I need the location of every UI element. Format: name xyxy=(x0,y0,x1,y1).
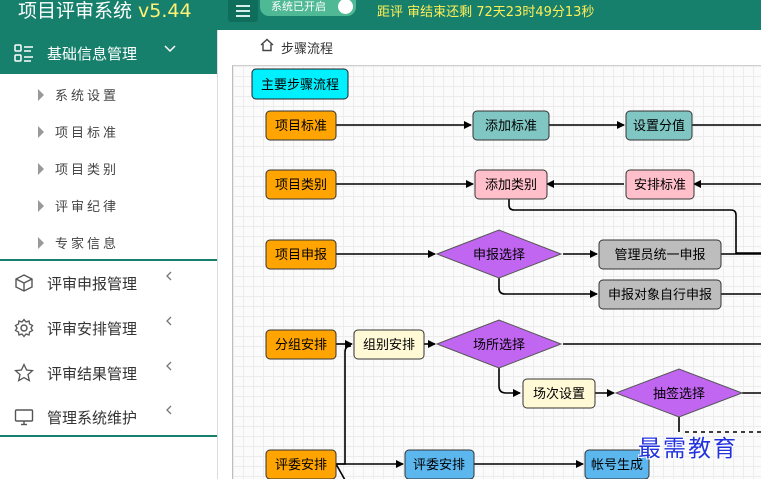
sidebar-section-label: 管理系统维护 xyxy=(47,409,138,427)
node-venue-choice[interactable]: 场所选择 xyxy=(435,319,563,369)
triangle-right-icon xyxy=(38,237,44,249)
chevron-left-icon xyxy=(166,271,172,281)
connector xyxy=(336,345,352,465)
node-add-standard[interactable]: 添加标准 xyxy=(472,110,550,141)
sidebar-item-label: 项目标准 xyxy=(55,126,120,141)
breadcrumb-label: 步骤流程 xyxy=(281,42,334,57)
home-icon xyxy=(260,38,274,52)
node-label: 评委安排 xyxy=(413,458,465,473)
app-title: 项目评审系统 v5.44 xyxy=(18,0,192,22)
sidebar-section-results[interactable]: 评审结果管理 xyxy=(0,350,217,394)
flow-title-label: 主要步骤流程 xyxy=(261,78,339,93)
node-label: 申报对象自行申报 xyxy=(608,288,712,303)
sidebar-item-project-categories[interactable]: 项目类别 xyxy=(0,150,217,187)
node-declaration-choice[interactable]: 申报选择 xyxy=(435,229,563,279)
system-status-label: 系统已开启 xyxy=(271,0,326,13)
node-draw-choice[interactable]: 抽签选择 xyxy=(614,368,744,418)
node-label: 设置分值 xyxy=(633,118,685,134)
sidebar-item-review-discipline[interactable]: 评审纪律 xyxy=(0,187,217,224)
node-label: 项目标准 xyxy=(275,119,327,134)
node-label: 组别安排 xyxy=(363,338,415,353)
node-project-declaration[interactable]: 项目申报 xyxy=(265,239,337,270)
watermark-logo: 最需教育 xyxy=(638,436,738,462)
chevron-left-icon xyxy=(166,316,172,326)
sidebar-item-system-settings[interactable]: 系统设置 xyxy=(0,76,217,113)
box-icon xyxy=(15,274,33,292)
sidebar-item-expert-info[interactable]: 专家信息 xyxy=(0,224,217,261)
node-set-score[interactable]: 设置分值 xyxy=(625,110,693,141)
app-header: 项目评审系统 v5.44 系统已开启 距评 审结束还剩 72天23时49分13秒 xyxy=(0,0,761,30)
sidebar-section-basic-info[interactable]: 基础信息管理 xyxy=(0,30,217,74)
node-judge-arrangement-2[interactable]: 评委安排 xyxy=(404,449,475,479)
node-label: 项目申报 xyxy=(275,248,327,263)
triangle-right-icon xyxy=(38,200,44,212)
sidebar-item-label: 评审纪律 xyxy=(55,200,120,215)
node-label: 场次设置 xyxy=(533,386,585,402)
node-label: 场所选择 xyxy=(473,338,525,353)
star-icon xyxy=(14,363,34,382)
node-label: 抽签选择 xyxy=(653,386,705,402)
list-icon xyxy=(14,44,33,62)
review-countdown: 距评 审结束还剩 72天23时49分13秒 xyxy=(377,5,595,20)
chevron-left-icon xyxy=(166,405,172,415)
sidebar-section-label: 评审结果管理 xyxy=(47,365,138,383)
triangle-right-icon xyxy=(38,89,44,101)
flow-canvas: 主要步骤流程 项目标准 添加标准 设置分值 项目类别 添加类别 安排标准 项目申… xyxy=(232,65,761,479)
node-label: 分组安排 xyxy=(275,338,327,353)
sidebar-item-label: 项目类别 xyxy=(55,163,120,178)
node-group-arrangement[interactable]: 分组安排 xyxy=(265,329,337,360)
node-arrange-standard[interactable]: 安排标准 xyxy=(625,169,695,200)
chevron-left-icon xyxy=(166,361,172,371)
sidebar-item-label: 系统设置 xyxy=(55,89,120,104)
node-judge-arrangement[interactable]: 评委安排 xyxy=(265,449,337,479)
sidebar: 基础信息管理 系统设置 项目标准 项目类别 评审纪律 专家信息 评审申报管理 评… xyxy=(0,30,217,479)
toggle-knob xyxy=(338,0,353,14)
node-self-declaration[interactable]: 申报对象自行申报 xyxy=(598,279,722,310)
chevron-down-icon xyxy=(164,45,176,53)
breadcrumb: 步骤流程 xyxy=(281,38,333,57)
connector xyxy=(498,278,598,298)
connector xyxy=(335,463,346,479)
node-label: 管理员统一申报 xyxy=(614,248,705,263)
node-label: 帐号生成 xyxy=(591,458,643,473)
flowchart: 主要步骤流程 项目标准 添加标准 设置分值 项目类别 添加类别 安排标准 项目申… xyxy=(251,68,761,479)
triangle-right-icon xyxy=(38,126,44,138)
sidebar-section-label: 评审申报管理 xyxy=(47,275,138,293)
sidebar-divider xyxy=(0,435,217,437)
connector xyxy=(498,368,521,397)
triangle-right-icon xyxy=(38,163,44,175)
sidebar-item-project-standards[interactable]: 项目标准 xyxy=(0,113,217,150)
node-admin-declaration[interactable]: 管理员统一申报 xyxy=(598,239,722,270)
node-label: 评委安排 xyxy=(275,458,327,473)
sidebar-edge xyxy=(217,30,218,479)
sidebar-section-arrangement[interactable]: 评审安排管理 xyxy=(0,305,217,349)
node-section-arrangement[interactable]: 组别安排 xyxy=(353,329,425,360)
sidebar-section-label: 评审安排管理 xyxy=(47,320,138,338)
monitor-icon xyxy=(14,409,34,426)
sidebar-section-label: 基础信息管理 xyxy=(47,45,138,63)
node-project-category[interactable]: 项目类别 xyxy=(265,169,337,200)
app-version: v5.44 xyxy=(138,0,192,22)
node-label: 添加标准 xyxy=(485,119,537,134)
system-status-toggle[interactable]: 系统已开启 xyxy=(260,0,356,16)
node-session-setup[interactable]: 场次设置 xyxy=(522,378,596,409)
sidebar-section-declaration[interactable]: 评审申报管理 xyxy=(0,260,217,304)
node-label: 添加类别 xyxy=(485,178,537,193)
node-label: 安排标准 xyxy=(634,178,686,193)
node-label: 项目类别 xyxy=(275,178,327,193)
sidebar-section-maintenance[interactable]: 管理系统维护 xyxy=(0,394,217,438)
node-add-category[interactable]: 添加类别 xyxy=(474,169,548,200)
node-project-standard[interactable]: 项目标准 xyxy=(265,110,337,141)
node-label: 申报选择 xyxy=(473,248,525,263)
gear-icon xyxy=(14,318,34,338)
menu-toggle-button[interactable] xyxy=(228,0,258,22)
sidebar-item-label: 专家信息 xyxy=(55,237,120,252)
flow-title: 主要步骤流程 xyxy=(251,68,349,100)
